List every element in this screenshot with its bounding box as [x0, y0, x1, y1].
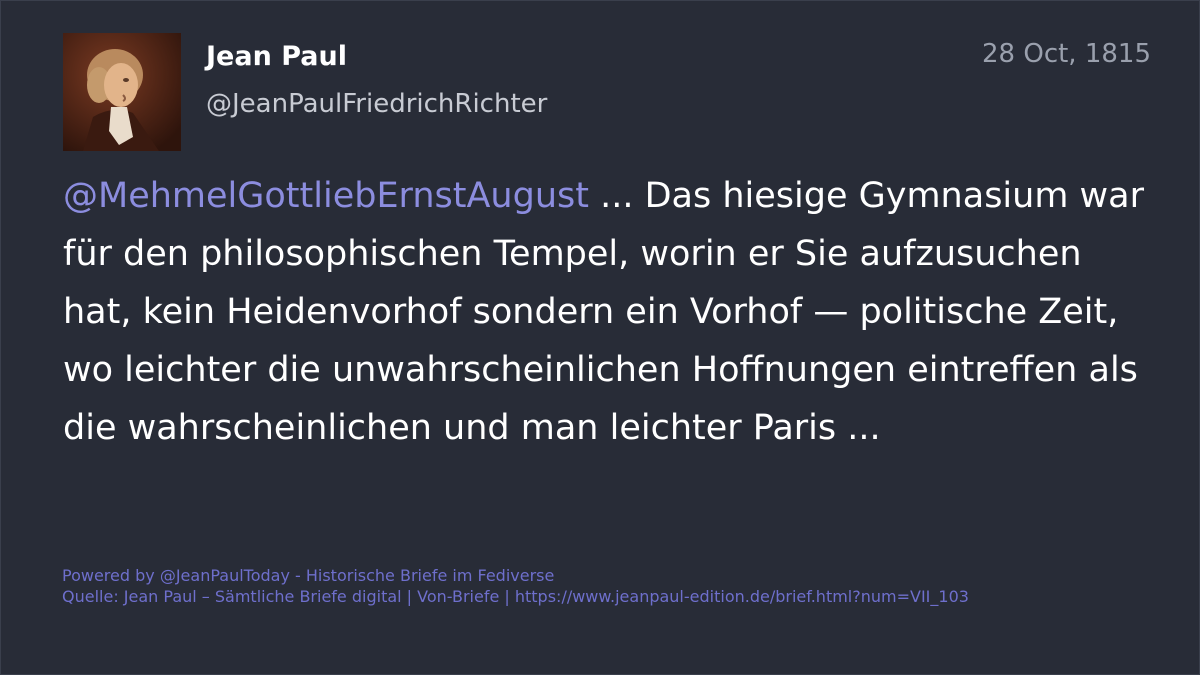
display-name[interactable]: Jean Paul: [206, 41, 347, 72]
status-date[interactable]: 28 Oct, 1815: [982, 39, 1151, 69]
avatar[interactable]: [63, 33, 181, 151]
status-card: Jean Paul @JeanPaulFriedrichRichter 28 O…: [0, 0, 1200, 675]
account-handle[interactable]: @JeanPaulFriedrichRichter: [206, 89, 547, 119]
source-text: Quelle: Jean Paul – Sämtliche Briefe dig…: [62, 587, 969, 606]
mention-link[interactable]: @MehmelGottliebErnstAugust: [63, 176, 589, 216]
portrait-avatar-icon: [63, 33, 181, 151]
powered-by-text: Powered by @JeanPaulToday - Historische …: [62, 566, 555, 585]
footer: Powered by @JeanPaulToday - Historische …: [62, 565, 969, 607]
status-content: @MehmelGottliebErnstAugust ... Das hiesi…: [63, 167, 1153, 457]
status-text: ... Das hiesige Gymnasium war für den ph…: [63, 176, 1145, 448]
